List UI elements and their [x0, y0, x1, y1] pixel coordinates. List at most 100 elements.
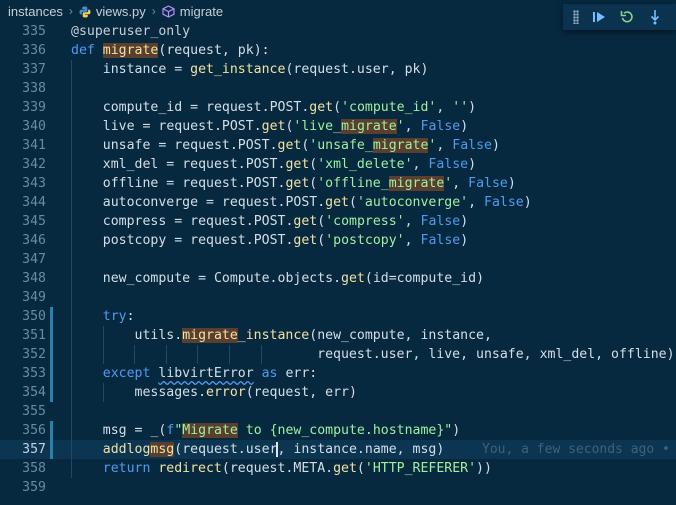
- code-text: xml_del = request.POST.get('xml_delete',…: [102, 157, 477, 172]
- git-modified-marker: [50, 364, 53, 383]
- code-line[interactable]: 345 compress = request.POST.get('compres…: [0, 212, 676, 231]
- code-line[interactable]: 353 except libvirtError as err:: [0, 364, 676, 383]
- line-number[interactable]: 346: [0, 231, 46, 250]
- git-modified-marker: [50, 383, 53, 402]
- code-line[interactable]: 339 compute_id = request.POST.get('compu…: [0, 98, 676, 117]
- code-text: def migrate(request, pk):: [71, 43, 270, 58]
- line-number[interactable]: 347: [0, 250, 46, 269]
- code-text: unsafe = request.POST.get('unsafe_migrat…: [102, 138, 500, 153]
- gutter: [50, 478, 53, 497]
- text-cursor: [276, 442, 279, 457]
- line-number[interactable]: 339: [0, 98, 46, 117]
- code-text: addlogmsg(request.user, instance.name, m…: [102, 442, 445, 457]
- chevron-right-icon: ›: [68, 4, 73, 18]
- indent-guide: [71, 288, 72, 307]
- line-number[interactable]: 341: [0, 136, 46, 155]
- line-number[interactable]: 345: [0, 212, 46, 231]
- line-number[interactable]: 359: [0, 478, 46, 497]
- code-line[interactable]: 341 unsafe = request.POST.get('unsafe_mi…: [0, 136, 676, 155]
- code-line[interactable]: 358 return redirect(request.META.get('HT…: [0, 459, 676, 478]
- code-text: return redirect(request.META.get('HTTP_R…: [102, 461, 492, 476]
- code-line[interactable]: 343 offline = request.POST.get('offline_…: [0, 174, 676, 193]
- git-modified-marker: [50, 307, 53, 326]
- line-number[interactable]: 335: [0, 22, 46, 41]
- code-text: request.user, live, unsafe, xml_del, off…: [317, 347, 675, 362]
- indent-guide: [71, 79, 72, 98]
- gutter: [50, 174, 53, 193]
- code-line[interactable]: 342 xml_del = request.POST.get('xml_dele…: [0, 155, 676, 174]
- line-number[interactable]: 336: [0, 41, 46, 60]
- git-blame-annotation: You, a few seconds ago •: [482, 442, 670, 457]
- code-line[interactable]: 337 instance = get_instance(request.user…: [0, 60, 676, 79]
- breadcrumb-folder[interactable]: instances: [8, 4, 63, 19]
- gutter: [50, 250, 53, 269]
- gutter: [50, 60, 53, 79]
- code-line[interactable]: 348 new_compute = Compute.objects.get(id…: [0, 269, 676, 288]
- indent-guide: [71, 250, 72, 269]
- breadcrumb-file[interactable]: views.py: [79, 4, 146, 19]
- code-line[interactable]: 351 utils.migrate_instance(new_compute, …: [0, 326, 676, 345]
- code-text: live = request.POST.get('live_migrate', …: [102, 119, 469, 134]
- line-number[interactable]: 343: [0, 174, 46, 193]
- breadcrumb-symbol[interactable]: migrate: [162, 4, 223, 19]
- line-number[interactable]: 350: [0, 307, 46, 326]
- line-number[interactable]: 356: [0, 421, 46, 440]
- gutter: [50, 155, 53, 174]
- line-number[interactable]: 344: [0, 193, 46, 212]
- line-number[interactable]: 355: [0, 402, 46, 421]
- line-number[interactable]: 338: [0, 79, 46, 98]
- method-cube-icon: [162, 4, 175, 18]
- line-number[interactable]: 353: [0, 364, 46, 383]
- gutter: [50, 22, 53, 41]
- code-text: except libvirtError as err:: [102, 366, 318, 381]
- code-text: new_compute = Compute.objects.get(id=com…: [102, 271, 485, 286]
- code-line[interactable]: 335 @superuser_only: [0, 22, 676, 41]
- line-number[interactable]: 337: [0, 60, 46, 79]
- git-modified-marker: [50, 421, 53, 440]
- line-number[interactable]: 354: [0, 383, 46, 402]
- code-line[interactable]: 357 addlogmsg(request.user, instance.nam…: [0, 440, 676, 459]
- code-text: @superuser_only: [71, 24, 191, 39]
- git-modified-marker: [50, 345, 53, 364]
- code-text: msg = _(f"Migrate to {new_compute.hostna…: [102, 423, 461, 438]
- gutter: [50, 288, 53, 307]
- code-line[interactable]: 355: [0, 402, 676, 421]
- code-line[interactable]: 356 msg = _(f"Migrate to {new_compute.ho…: [0, 421, 676, 440]
- code-line[interactable]: 350 try:: [0, 307, 676, 326]
- line-number[interactable]: 349: [0, 288, 46, 307]
- code-line[interactable]: 349: [0, 288, 676, 307]
- gutter: [50, 79, 53, 98]
- indent-guide: [71, 402, 72, 421]
- code-line[interactable]: 346 postcopy = request.POST.get('postcop…: [0, 231, 676, 250]
- breadcrumb-symbol-label: migrate: [179, 3, 224, 19]
- code-line[interactable]: 336 def migrate(request, pk):: [0, 41, 676, 60]
- gutter: [50, 269, 53, 288]
- code-line[interactable]: 359: [0, 478, 676, 497]
- code-text: utils.migrate_instance(new_compute, inst…: [134, 328, 492, 343]
- gutter: [50, 402, 53, 421]
- code-text: compute_id = request.POST.get('compute_i…: [102, 100, 477, 115]
- gutter: [50, 212, 53, 231]
- line-number[interactable]: 340: [0, 117, 46, 136]
- code-text: compress = request.POST.get('compress', …: [102, 214, 469, 229]
- line-number[interactable]: 357: [0, 440, 46, 459]
- chevron-right-icon: ›: [151, 4, 156, 18]
- code-line[interactable]: 338: [0, 79, 676, 98]
- code-line[interactable]: 352 request.user, live, unsafe, xml_del,…: [0, 345, 676, 364]
- line-number[interactable]: 342: [0, 155, 46, 174]
- gutter: [50, 117, 53, 136]
- line-number[interactable]: 352: [0, 345, 46, 364]
- code-line[interactable]: 354 messages.error(request, err): [0, 383, 676, 402]
- git-modified-marker: [50, 326, 53, 345]
- code-text: instance = get_instance(request.user, pk…: [102, 62, 429, 77]
- gutter: [50, 41, 53, 60]
- line-number[interactable]: 351: [0, 326, 46, 345]
- code-line[interactable]: 340 live = request.POST.get('live_migrat…: [0, 117, 676, 136]
- gutter: [50, 136, 53, 155]
- code-line[interactable]: 344 autoconverge = request.POST.get('aut…: [0, 193, 676, 212]
- line-number[interactable]: 358: [0, 459, 46, 478]
- code-editor[interactable]: 335 @superuser_only 336 def migrate(request…: [0, 22, 676, 497]
- gutter: [50, 98, 53, 117]
- code-line[interactable]: 347: [0, 250, 676, 269]
- line-number[interactable]: 348: [0, 269, 46, 288]
